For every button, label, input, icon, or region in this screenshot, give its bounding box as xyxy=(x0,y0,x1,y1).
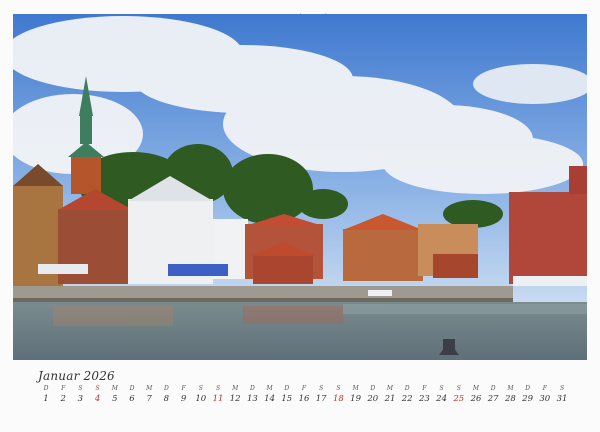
harbor-scene xyxy=(13,14,587,360)
day-name: M xyxy=(507,385,514,392)
day-name: M xyxy=(386,385,394,392)
day-number: 28 xyxy=(504,394,516,404)
day-name: M xyxy=(352,385,359,392)
day-name: D xyxy=(370,385,376,392)
day-number: 8 xyxy=(163,394,170,404)
calendar-strip: Januar 2026 D 1 F 2 S 3 S 4 M 5 D 6 M 7 D 8 F 9 S 10 S 11 M 12 D… xyxy=(13,362,587,418)
day-name: F xyxy=(181,385,186,392)
day-number: 27 xyxy=(487,394,499,404)
day-name: F xyxy=(61,385,66,392)
day-number: 26 xyxy=(470,394,482,404)
day-name: D xyxy=(163,385,169,392)
day-name: S xyxy=(336,385,341,392)
day-number: 29 xyxy=(522,394,533,404)
day-number: 12 xyxy=(229,394,241,404)
day-row: D 1 F 2 S 3 S 4 M 5 D 6 M 7 D 8 F 9 S 10 S 11 M 12 D 13 M 14 D 15 F 16 S… xyxy=(38,385,578,409)
day-number: 4 xyxy=(94,394,101,404)
day-number: 15 xyxy=(281,394,293,404)
day-name: M xyxy=(472,385,480,392)
harbor-photo xyxy=(13,14,587,360)
day-number: 31 xyxy=(556,394,568,404)
day-name: D xyxy=(490,385,496,392)
day-name: S xyxy=(319,385,324,392)
day-number: 3 xyxy=(77,394,84,404)
day-number: 22 xyxy=(401,394,413,404)
day-number: 11 xyxy=(212,394,224,404)
day-number: 1 xyxy=(43,394,49,404)
day-number: 13 xyxy=(246,394,258,404)
day-name: D xyxy=(525,385,530,392)
day-name: S xyxy=(559,385,565,392)
day-name: M xyxy=(111,385,118,392)
day-number: 17 xyxy=(315,394,327,404)
day-name: M xyxy=(146,385,153,392)
day-number: 20 xyxy=(367,394,379,404)
day-name: F xyxy=(422,385,427,392)
day-number: 7 xyxy=(146,394,152,404)
calendar-page: Januar 2026 D 1 F 2 S 3 S 4 M 5 D 6 M 7 D 8 F 9 S 10 S 11 M 12 D… xyxy=(0,0,600,432)
day-name: M xyxy=(232,385,239,392)
day-number: 19 xyxy=(350,394,361,404)
day-name: D xyxy=(43,385,49,392)
day-name: D xyxy=(129,385,135,392)
day-name: D xyxy=(404,385,410,392)
day-number: 2 xyxy=(60,394,66,404)
day-number: 9 xyxy=(180,394,187,404)
day-number: 6 xyxy=(129,394,135,404)
quay xyxy=(13,286,513,300)
day-name: D xyxy=(284,385,290,392)
day-name: D xyxy=(249,385,255,392)
day-number: 10 xyxy=(195,394,207,404)
day-name: S xyxy=(95,385,100,392)
day-number: 24 xyxy=(436,394,447,404)
day-name: S xyxy=(198,385,203,392)
day-name: M xyxy=(266,385,273,392)
day-name: S xyxy=(439,385,444,392)
day-number: 23 xyxy=(418,394,430,404)
day-number: 25 xyxy=(453,394,465,404)
day-number: 16 xyxy=(298,394,310,404)
day-name: F xyxy=(542,385,547,392)
day-number: 30 xyxy=(539,394,551,404)
day-name: S xyxy=(78,385,83,392)
day-name: S xyxy=(215,385,221,392)
day-number: 5 xyxy=(112,394,118,404)
day-name: F xyxy=(301,385,307,392)
day-number: 14 xyxy=(264,394,275,404)
month-title: Januar 2026 xyxy=(38,369,115,383)
day-number: 21 xyxy=(384,394,396,404)
day-name: S xyxy=(456,385,461,392)
day-number: 18 xyxy=(332,394,344,404)
